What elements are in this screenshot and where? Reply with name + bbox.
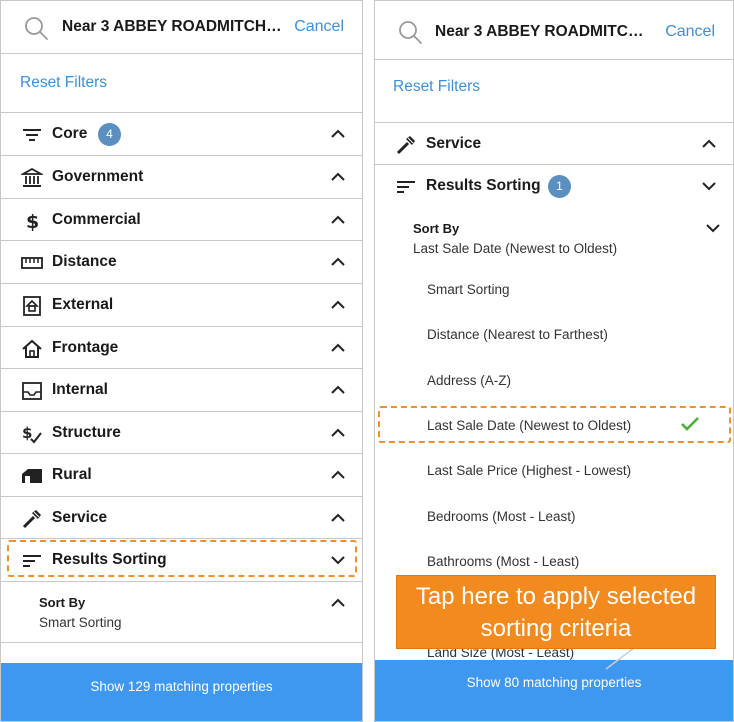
callout-annotation: Tap here to apply selected sorting crite… [396, 575, 716, 649]
home-icon [21, 338, 43, 360]
sort-by-label: Sort By [413, 221, 460, 236]
show-matching-properties-button[interactable]: Show 129 matching properties [1, 663, 362, 721]
chevron-up-icon[interactable] [330, 213, 346, 227]
sort-option-smart[interactable]: Smart Sorting [427, 282, 510, 297]
filter-row-label: Internal [52, 381, 108, 398]
filter-row-distance[interactable]: Distance [1, 240, 362, 283]
search-location-text[interactable]: Near 3 ABBEY ROADMITCHE... [435, 23, 653, 41]
chevron-up-icon[interactable] [330, 170, 346, 184]
filter-row-commercial[interactable]: $ Commercial [1, 198, 362, 241]
filter-row-label: Distance [52, 253, 117, 270]
chevron-up-icon[interactable] [330, 596, 346, 610]
chevron-up-icon[interactable] [701, 137, 717, 151]
filter-row-label: Frontage [52, 339, 119, 356]
chevron-down-icon[interactable] [701, 179, 717, 193]
filter-row-label: Service [426, 135, 482, 152]
filter-lines-icon [21, 124, 43, 146]
reset-filters-link[interactable]: Reset Filters [393, 78, 480, 96]
sort-by-label: Sort By [39, 595, 86, 610]
filter-row-label: Structure [52, 424, 121, 441]
search-icon[interactable] [23, 15, 49, 41]
sort-lines-icon [395, 176, 417, 198]
filter-row-service[interactable]: Service [375, 122, 733, 165]
filter-row-label: Rural [52, 466, 92, 483]
filter-row-government[interactable]: Government [1, 155, 362, 198]
filter-row-core[interactable]: Core 4 [1, 112, 362, 155]
inbox-icon [21, 380, 43, 402]
reset-filters-link[interactable]: Reset Filters [20, 74, 107, 92]
sort-by-value[interactable]: Last Sale Date (Newest to Oldest) [413, 241, 617, 256]
chevron-up-icon[interactable] [330, 468, 346, 482]
wrench-icon [21, 508, 43, 530]
filter-row-label: External [52, 296, 114, 313]
show-matching-properties-button[interactable]: Show 80 matching properties [375, 660, 733, 721]
chevron-up-icon[interactable] [330, 383, 346, 397]
external-house-icon [21, 295, 43, 317]
search-location-text[interactable]: Near 3 ABBEY ROADMITCHE... [62, 18, 282, 36]
sort-option-bedrooms[interactable]: Bedrooms (Most - Least) [427, 509, 576, 524]
filter-row-external[interactable]: External [1, 283, 362, 326]
filter-row-label: Government [52, 168, 144, 185]
callout-pointer [605, 647, 635, 670]
filter-row-service[interactable]: Service [1, 496, 362, 539]
highlight-results-sorting [7, 540, 357, 577]
barn-icon [21, 465, 43, 487]
sort-option-bathrooms[interactable]: Bathrooms (Most - Least) [427, 554, 579, 569]
filter-row-results-sorting[interactable]: Results Sorting 1 [375, 164, 733, 207]
filter-row-frontage[interactable]: Frontage [1, 326, 362, 369]
sort-by-value: Smart Sorting [39, 615, 122, 630]
bank-icon [21, 167, 43, 189]
search-bar: Near 3 ABBEY ROADMITCHE... Cancel [375, 1, 733, 60]
search-bar: Near 3 ABBEY ROADMITCHE... Cancel [1, 1, 362, 54]
chevron-up-icon[interactable] [330, 298, 346, 312]
wrench-icon [395, 134, 417, 156]
count-badge: 1 [548, 175, 571, 198]
dollar-check-icon: $ [21, 423, 43, 445]
filter-row-label: Results Sorting [426, 177, 541, 194]
dollar-icon: $ [21, 210, 43, 232]
chevron-up-icon[interactable] [330, 511, 346, 525]
cancel-button[interactable]: Cancel [665, 23, 715, 41]
chevron-up-icon[interactable] [330, 255, 346, 269]
callout-line-1: Tap here to apply selected [415, 583, 697, 610]
chevron-up-icon[interactable] [330, 426, 346, 440]
filter-row-label: Service [52, 509, 108, 526]
svg-text:$: $ [26, 211, 39, 232]
cancel-button[interactable]: Cancel [294, 18, 344, 36]
sort-by-selector[interactable]: Sort By Smart Sorting [1, 581, 362, 643]
ruler-icon [21, 252, 43, 274]
chevron-down-icon[interactable] [705, 221, 721, 235]
filter-row-internal[interactable]: Internal [1, 368, 362, 411]
sort-option-last-sale-price[interactable]: Last Sale Price (Highest - Lowest) [427, 463, 631, 478]
chevron-up-icon[interactable] [330, 341, 346, 355]
count-badge: 4 [98, 123, 121, 146]
highlight-selected-option [378, 406, 731, 443]
filter-row-label: Core [52, 125, 88, 142]
sort-option-distance[interactable]: Distance (Nearest to Farthest) [427, 327, 608, 342]
filter-row-label: Commercial [52, 211, 141, 228]
left-filter-panel: Near 3 ABBEY ROADMITCHE... Cancel Reset … [0, 0, 363, 722]
chevron-up-icon[interactable] [330, 127, 346, 141]
callout-line-2: sorting criteria [480, 615, 632, 642]
sort-option-address[interactable]: Address (A-Z) [427, 373, 511, 388]
filter-row-rural[interactable]: Rural [1, 453, 362, 496]
search-icon[interactable] [397, 19, 423, 45]
filter-row-structure[interactable]: $ Structure [1, 411, 362, 454]
